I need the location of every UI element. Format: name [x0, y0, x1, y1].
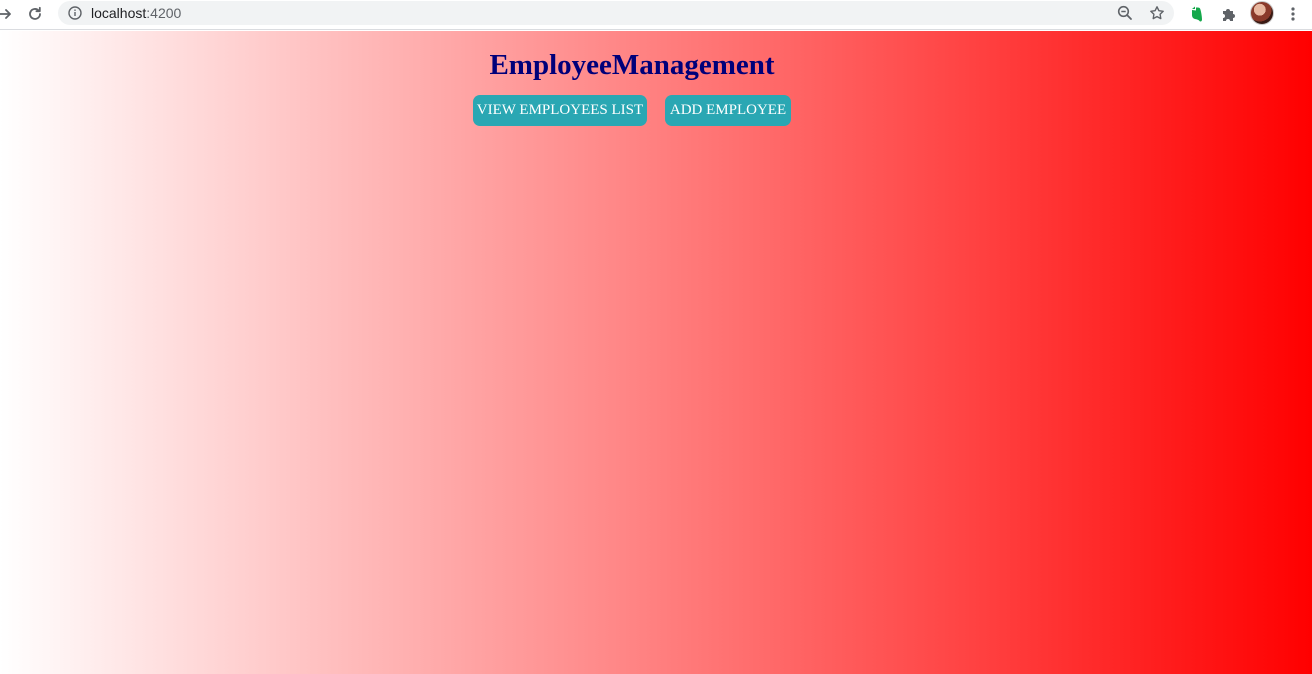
url-port: :4200 — [146, 5, 182, 21]
view-employees-list-button[interactable]: VIEW EMPLOYEES LIST — [473, 95, 647, 126]
page-title: EmployeeManagement — [489, 49, 775, 81]
evernote-icon[interactable] — [1186, 3, 1208, 25]
address-bar[interactable]: localhost:4200 — [58, 1, 1174, 25]
puzzle-icon[interactable] — [1218, 3, 1240, 25]
browser-toolbar: localhost:4200 — [0, 0, 1312, 30]
kebab-menu-icon[interactable] — [1282, 3, 1304, 25]
reload-icon[interactable] — [24, 3, 46, 25]
star-icon[interactable] — [1148, 4, 1166, 22]
url-host: localhost — [91, 5, 147, 21]
app-page: EmployeeManagement VIEW EMPLOYEES LIST A… — [0, 31, 1312, 674]
add-employee-button[interactable]: ADD EMPLOYEE — [665, 95, 791, 126]
back-arrow-icon[interactable] — [0, 3, 16, 25]
url-text[interactable]: localhost:4200 — [91, 4, 181, 22]
zoom-out-icon[interactable] — [1116, 4, 1134, 22]
profile-avatar[interactable] — [1250, 1, 1274, 25]
info-icon[interactable] — [68, 6, 82, 20]
